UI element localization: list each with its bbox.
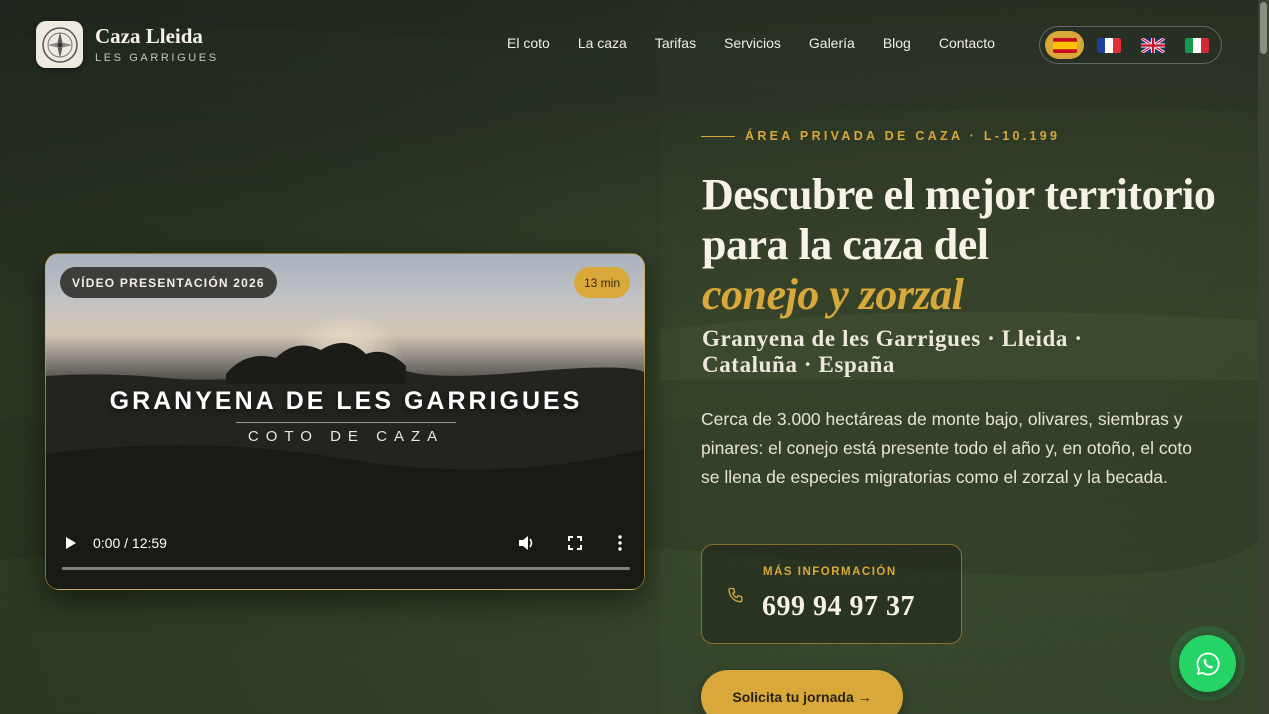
hero-headline: Descubre el mejor territorio para la caz… bbox=[702, 170, 1222, 320]
video-controls: 0:00 / 12:59 bbox=[46, 528, 644, 558]
presentation-video[interactable]: VÍDEO PRESENTACIÓN 2026 13 min GRANYENA … bbox=[45, 253, 645, 590]
phone-icon bbox=[728, 587, 743, 603]
headline-text: Descubre el mejor territorio para la caz… bbox=[702, 170, 1216, 269]
play-icon bbox=[66, 537, 76, 549]
language-switcher bbox=[1039, 26, 1222, 64]
video-progress-bar[interactable] bbox=[62, 567, 630, 570]
headline-accent: conejo y zorzal bbox=[702, 270, 964, 319]
eyebrow: ÁREA PRIVADA DE CAZA · L-10.199 bbox=[701, 129, 1060, 143]
main-nav: El coto La caza Tarifas Servicios Galerí… bbox=[507, 35, 995, 51]
brand[interactable]: Caza Lleida LES GARRIGUES bbox=[36, 21, 219, 68]
more-options-button[interactable] bbox=[612, 533, 628, 553]
lang-en-button[interactable] bbox=[1133, 31, 1172, 59]
phone-card[interactable]: MÁS INFORMACIÓN 699 94 97 37 bbox=[701, 544, 962, 644]
compass-emblem-icon bbox=[41, 26, 78, 63]
lang-es-button[interactable] bbox=[1045, 31, 1084, 59]
uk-flag-icon bbox=[1140, 37, 1165, 53]
spain-flag-icon bbox=[1052, 37, 1077, 53]
whatsapp-icon bbox=[1196, 652, 1220, 675]
lang-it-button[interactable] bbox=[1177, 31, 1216, 59]
phone-number[interactable]: 699 94 97 37 bbox=[762, 591, 915, 623]
france-flag-icon bbox=[1096, 37, 1121, 53]
lang-fr-button[interactable] bbox=[1089, 31, 1128, 59]
video-subtitle: COTO DE CAZA bbox=[247, 428, 445, 445]
video-time: 0:00 / 12:59 bbox=[93, 535, 167, 551]
brand-subtitle: LES GARRIGUES bbox=[95, 52, 219, 65]
nav-servicios[interactable]: Servicios bbox=[724, 35, 781, 51]
hero-description: Cerca de 3.000 hectáreas de monte bajo, … bbox=[701, 409, 1192, 487]
location-text: Granyena de les Garrigues · Lleida · Cat… bbox=[702, 326, 1083, 377]
logo bbox=[36, 21, 83, 68]
video-badge: VÍDEO PRESENTACIÓN 2026 bbox=[60, 267, 277, 298]
eyebrow-text: ÁREA PRIVADA DE CAZA · L-10.199 bbox=[745, 129, 1061, 143]
scrollbar-thumb[interactable] bbox=[1260, 2, 1267, 54]
eyebrow-line bbox=[701, 135, 735, 137]
fullscreen-icon bbox=[568, 536, 582, 550]
nav-contacto[interactable]: Contacto bbox=[939, 35, 995, 51]
italy-flag-icon bbox=[1184, 37, 1209, 53]
nav-blog[interactable]: Blog bbox=[883, 35, 911, 51]
phone-label: MÁS INFORMACIÓN bbox=[763, 566, 897, 578]
more-vertical-icon bbox=[618, 535, 622, 551]
fullscreen-button[interactable] bbox=[564, 533, 586, 553]
nav-la-caza[interactable]: La caza bbox=[578, 35, 627, 51]
page-scrollbar[interactable] bbox=[1258, 0, 1269, 714]
duration-badge: 13 min bbox=[573, 267, 630, 298]
volume-button[interactable] bbox=[516, 533, 538, 553]
nav-tarifas[interactable]: Tarifas bbox=[655, 35, 696, 51]
video-divider bbox=[236, 422, 456, 423]
nav-el-coto[interactable]: El coto bbox=[507, 35, 550, 51]
request-day-button[interactable]: Solicita tu jornada → bbox=[701, 670, 903, 714]
whatsapp-button[interactable] bbox=[1179, 635, 1236, 692]
play-button[interactable] bbox=[62, 534, 80, 552]
video-title: GRANYENA DE LES GARRIGUES bbox=[109, 387, 583, 415]
nav-galeria[interactable]: Galería bbox=[809, 35, 855, 51]
brand-title: Caza Lleida bbox=[95, 23, 203, 48]
volume-icon bbox=[519, 536, 533, 550]
